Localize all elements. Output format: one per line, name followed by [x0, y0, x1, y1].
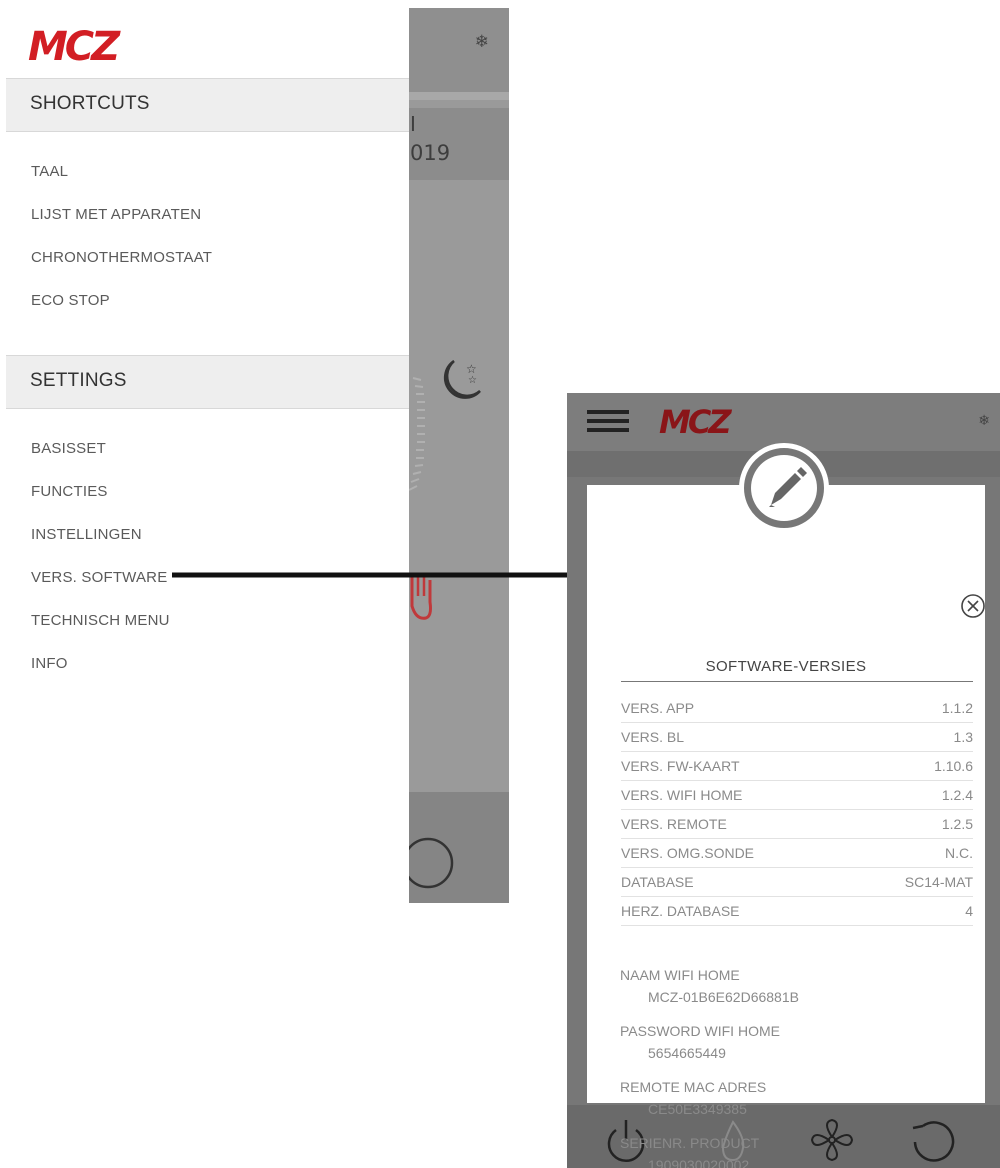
version-label: VERS. FW-KAART — [621, 758, 740, 774]
version-label: VERS. REMOTE — [621, 816, 727, 832]
background-band-text-top: I — [410, 112, 416, 136]
version-label: HERZ. DATABASE — [621, 903, 740, 919]
menu-item-taal[interactable]: TAAL — [31, 163, 68, 180]
mcz-logo-small: MCZ — [659, 403, 735, 439]
edit-badge-inner — [751, 455, 817, 521]
title-divider — [621, 681, 973, 682]
svg-text:MCZ: MCZ — [28, 24, 121, 66]
svg-text:☆: ☆ — [466, 362, 477, 376]
wifi-password-label: PASSWORD WIFI HOME — [620, 1023, 780, 1039]
menu-item-eco-stop[interactable]: ECO STOP — [31, 292, 110, 309]
settings-header: SETTINGS — [6, 355, 409, 409]
remote-mac-value: CE50E3349385 — [648, 1101, 747, 1117]
software-versions-modal: SOFTWARE-VERSIES VERS. APP 1.1.2 VERS. B… — [587, 485, 985, 1168]
version-row: VERS. OMG.SONDE N.C. — [621, 839, 973, 868]
version-row: VERS. APP 1.1.2 — [621, 694, 973, 723]
version-row: VERS. REMOTE 1.2.5 — [621, 810, 973, 839]
side-drawer: MCZ SHORTCUTS TAAL LIJST MET APPARATEN C… — [6, 8, 409, 903]
modal-title: SOFTWARE-VERSIES — [705, 658, 867, 675]
version-row: HERZ. DATABASE 4 — [621, 897, 973, 926]
serial-number-label: SERIENR. PRODUCT — [620, 1135, 760, 1151]
menu-item-chronothermostat[interactable]: CHRONOTHERMOSTAAT — [31, 249, 212, 266]
version-label: VERS. WIFI HOME — [621, 787, 743, 803]
left-screen: ❄ I 019 ☆ ☆ MCZ SHORTCUTS TAAL LIJST MET… — [6, 8, 509, 903]
version-row: VERS. FW-KAART 1.10.6 — [621, 752, 973, 781]
menu-item-info[interactable]: INFO — [31, 655, 68, 672]
background-band-text: 019 — [410, 141, 451, 165]
version-label: VERS. OMG.SONDE — [621, 845, 755, 861]
menu-item-basisset[interactable]: BASISSET — [31, 440, 106, 457]
edit-badge — [739, 443, 829, 533]
version-row: VERS. BL 1.3 — [621, 723, 973, 752]
version-label: VERS. APP — [621, 700, 695, 716]
snowflake-icon: ❄ — [474, 32, 489, 52]
menu-item-technical-menu[interactable]: TECHNISCH MENU — [31, 612, 170, 629]
version-value: SC14-MAT — [904, 874, 973, 890]
version-value: 1.2.4 — [941, 787, 973, 803]
remote-mac-label: REMOTE MAC ADRES — [620, 1079, 767, 1095]
wifi-name-value: MCZ-01B6E62D66881B — [648, 989, 799, 1005]
mcz-logo: MCZ — [28, 24, 124, 66]
menu-item-software-version[interactable]: VERS. SOFTWARE — [31, 569, 167, 586]
fan-icon[interactable] — [808, 1118, 856, 1162]
close-icon[interactable] — [961, 594, 985, 618]
svg-text:☆: ☆ — [468, 375, 477, 386]
version-value: 4 — [965, 903, 973, 919]
serial-number-value: 1909030020002 — [648, 1157, 750, 1168]
moon-stars-icon: ☆ ☆ — [443, 359, 481, 399]
shortcuts-header: SHORTCUTS — [6, 78, 409, 132]
version-value: 1.2.5 — [941, 816, 973, 832]
refresh-icon[interactable] — [907, 1118, 957, 1164]
wifi-name-label: NAAM WIFI HOME — [620, 967, 740, 983]
shortcuts-header-label: SHORTCUTS — [30, 93, 150, 114]
right-screen: MCZ ❄ SOFTWARE-VERSIES VERS. APP 1.1.2 V… — [567, 393, 1000, 1168]
svg-text:MCZ: MCZ — [659, 403, 732, 439]
version-row: DATABASE SC14-MAT — [621, 868, 973, 897]
hamburger-menu-icon[interactable] — [587, 410, 629, 434]
menu-item-instellingen[interactable]: INSTELLINGEN — [31, 526, 142, 543]
snowflake-icon-small: ❄ — [978, 413, 990, 429]
version-value: 1.1.2 — [941, 700, 973, 716]
version-row: VERS. WIFI HOME 1.2.4 — [621, 781, 973, 810]
settings-header-label: SETTINGS — [30, 370, 127, 391]
power-ring-icon — [404, 837, 454, 889]
version-value: 1.3 — [953, 729, 973, 745]
menu-item-device-list[interactable]: LIJST MET APPARATEN — [31, 206, 201, 223]
pencil-icon — [769, 467, 807, 507]
version-label: DATABASE — [621, 874, 694, 890]
version-value: N.C. — [945, 845, 973, 861]
version-label: VERS. BL — [621, 729, 685, 745]
menu-item-functies[interactable]: FUNCTIES — [31, 483, 108, 500]
version-value: 1.10.6 — [934, 758, 973, 774]
wifi-password-value: 5654665449 — [648, 1045, 726, 1061]
